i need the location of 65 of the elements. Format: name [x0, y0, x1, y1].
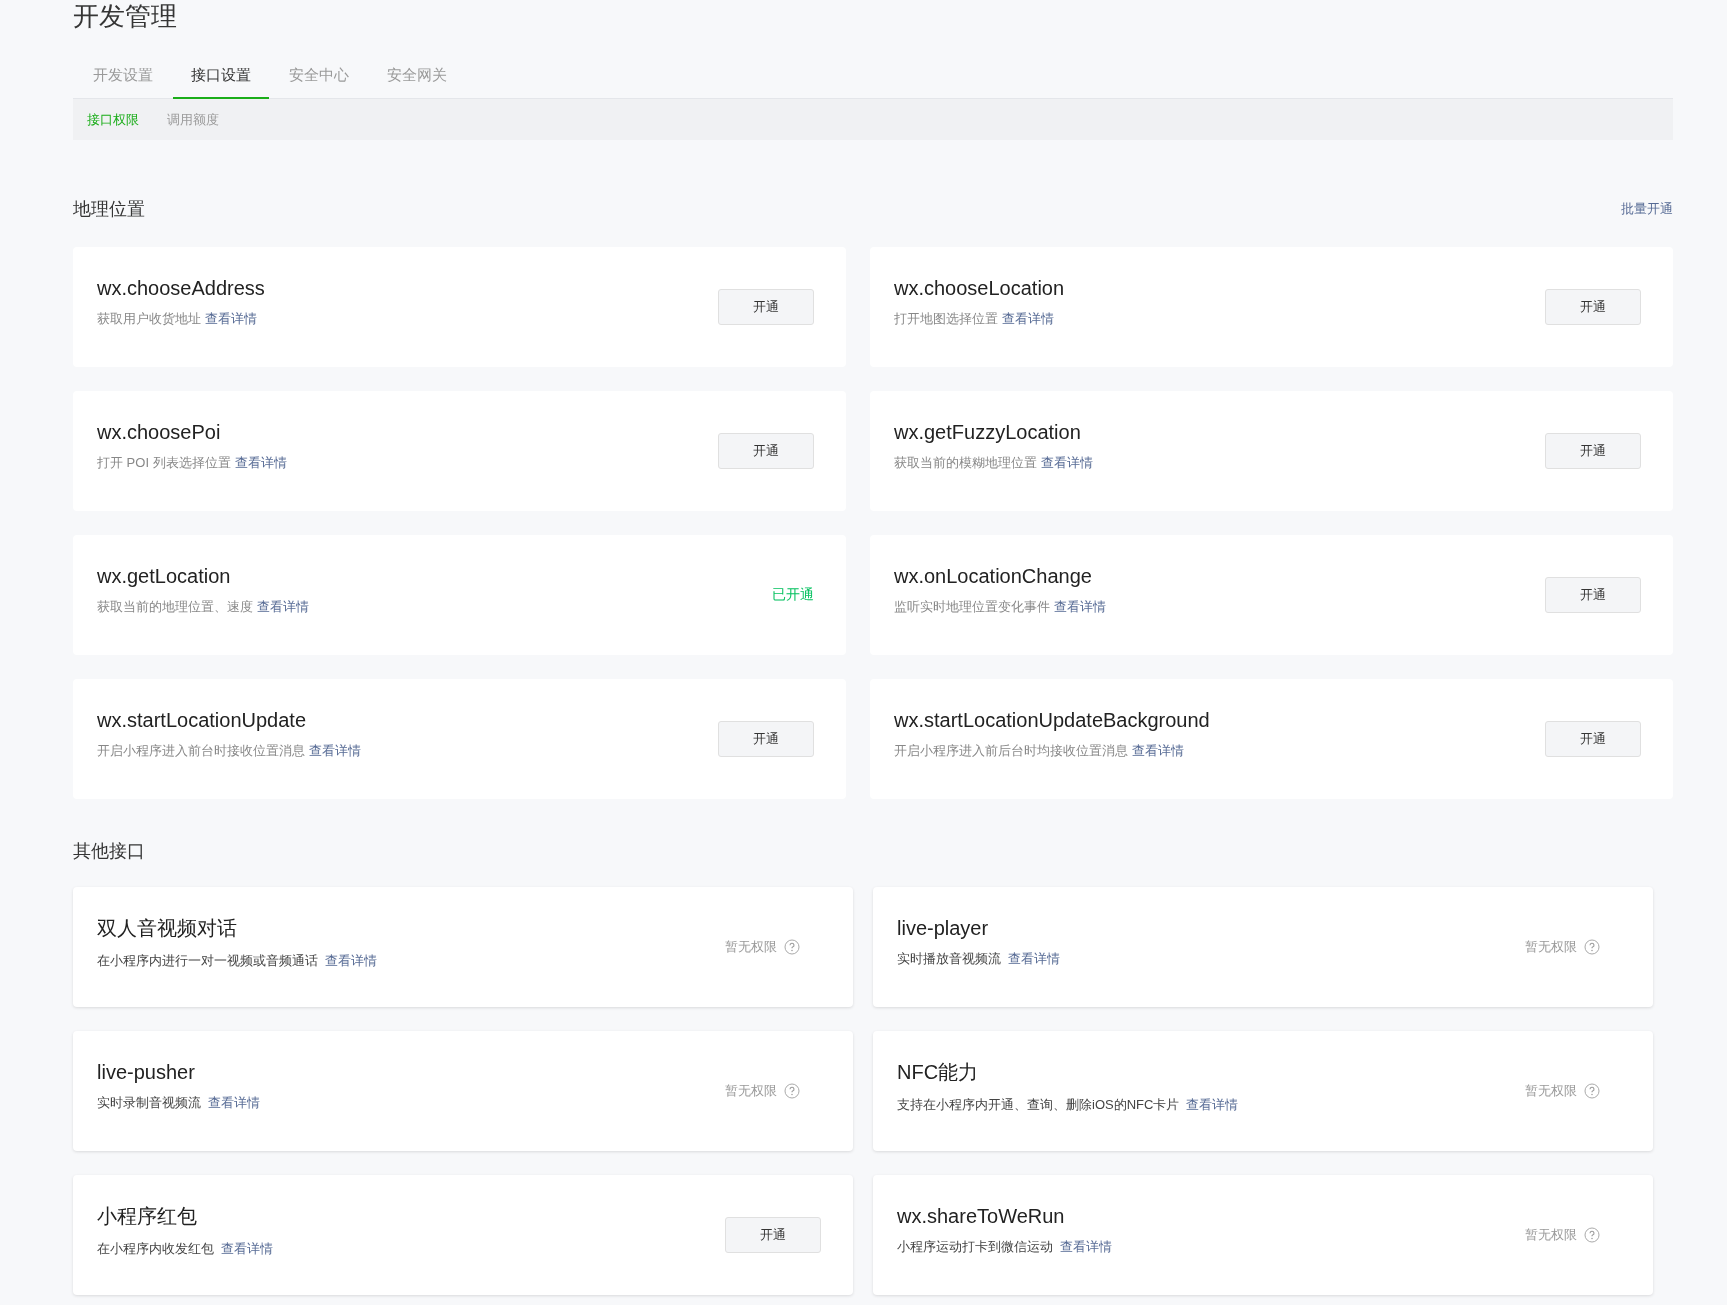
no-permission-status: 暂无权限	[1525, 1082, 1577, 1100]
help-icon[interactable]	[1584, 1227, 1600, 1243]
no-permission-status: 暂无权限	[1525, 938, 1577, 956]
api-name: 双人音视频对话	[97, 915, 238, 941]
no-permission-status: 暂无权限	[725, 938, 777, 956]
details-link[interactable]: 查看详情	[1041, 454, 1093, 470]
enabled-status: 已开通	[772, 586, 814, 604]
details-link[interactable]: 查看详情	[205, 310, 257, 326]
api-description: 打开地图选择位置	[894, 310, 998, 326]
batch-enable-link[interactable]: 批量开通	[1621, 200, 1673, 218]
page-title: 开发管理	[73, 0, 178, 32]
api-description: 获取用户收货地址	[97, 310, 201, 326]
section-title: 地理位置	[73, 198, 145, 221]
api-description: 开启小程序进入前台时接收位置消息	[97, 742, 305, 758]
enable-button[interactable]: 开通	[718, 289, 814, 325]
api-description: 在小程序内收发红包	[97, 1240, 214, 1256]
details-link[interactable]: 查看详情	[1008, 950, 1060, 966]
details-link[interactable]: 查看详情	[1186, 1096, 1239, 1112]
details-link[interactable]: 查看详情	[309, 742, 361, 758]
enable-button[interactable]: 开通	[718, 721, 814, 757]
details-link[interactable]: 查看详情	[1060, 1238, 1112, 1254]
details-link[interactable]: 查看详情	[325, 952, 377, 968]
enable-button[interactable]: 开通	[1545, 289, 1641, 325]
details-link[interactable]: 查看详情	[1002, 310, 1054, 326]
api-name: live-pusher	[97, 1060, 196, 1084]
details-link[interactable]: 查看详情	[1054, 598, 1106, 614]
enable-button[interactable]: 开通	[1545, 577, 1641, 613]
help-icon[interactable]	[1584, 1083, 1600, 1099]
api-description: 在小程序内进行一对一视频或音频通话	[97, 952, 318, 968]
api-description: 小程序运动打卡到微信运动	[897, 1238, 1053, 1254]
help-icon[interactable]	[784, 939, 800, 955]
api-name: wx.choosePoi	[97, 420, 222, 444]
details-link[interactable]: 查看详情	[221, 1240, 273, 1256]
enable-button[interactable]: 开通	[1545, 721, 1641, 757]
api-name: wx.startLocationUpdateBackground	[894, 708, 1210, 732]
api-name: live-player	[897, 916, 990, 940]
api-name: wx.chooseLocation	[894, 276, 1065, 300]
details-link[interactable]: 查看详情	[257, 598, 309, 614]
api-name: wx.getLocation	[97, 564, 232, 588]
help-icon[interactable]	[784, 1083, 800, 1099]
api-name: NFC能力	[897, 1059, 980, 1085]
details-link[interactable]: 查看详情	[208, 1094, 260, 1110]
api-description: 实时录制音视频流	[97, 1094, 201, 1110]
no-permission-status: 暂无权限	[725, 1082, 777, 1100]
enable-button[interactable]: 开通	[725, 1217, 821, 1253]
api-description: 打开 POI 列表选择位置	[97, 454, 231, 470]
api-name: 小程序红包	[97, 1203, 198, 1229]
api-name: wx.startLocationUpdate	[97, 708, 307, 732]
api-description: 监听实时地理位置变化事件	[894, 598, 1050, 614]
api-description: 开启小程序进入前后台时均接收位置消息	[894, 742, 1128, 758]
section-title: 其他接口	[73, 840, 145, 863]
help-icon[interactable]	[1584, 939, 1600, 955]
details-link[interactable]: 查看详情	[234, 454, 287, 470]
api-description: 获取当前的地理位置、速度	[97, 598, 253, 614]
api-name: wx.chooseAddress	[97, 276, 265, 300]
api-name: wx.onLocationChange	[894, 564, 1093, 588]
details-link[interactable]: 查看详情	[1132, 742, 1184, 758]
api-name: wx.shareToWeRun	[897, 1204, 1066, 1228]
enable-button[interactable]: 开通	[1545, 433, 1641, 469]
api-description: 支持在小程序内开通、查询、删除iOS的NFC卡片	[897, 1096, 1180, 1112]
no-permission-status: 暂无权限	[1525, 1226, 1577, 1244]
api-description: 实时播放音视频流	[897, 950, 1001, 966]
api-description: 获取当前的模糊地理位置	[894, 454, 1037, 470]
api-name: wx.getFuzzyLocation	[894, 420, 1082, 444]
enable-button[interactable]: 开通	[718, 433, 814, 469]
